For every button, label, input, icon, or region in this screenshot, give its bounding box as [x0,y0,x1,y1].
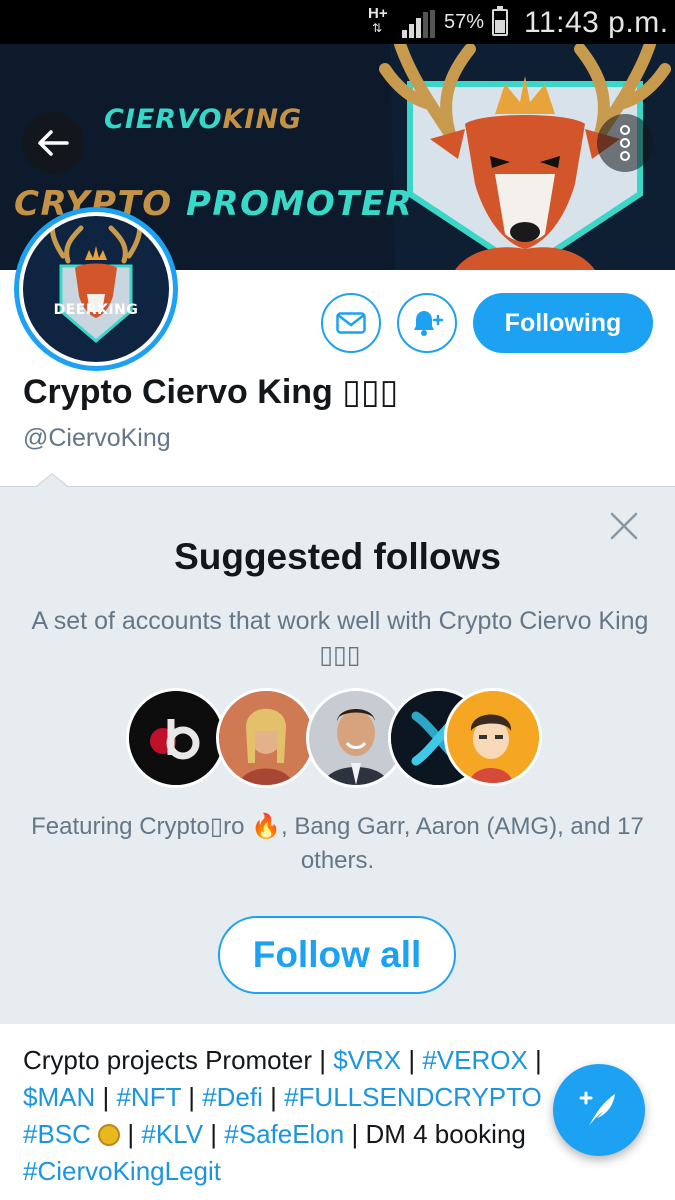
bio-cashtag[interactable]: $MAN [23,1082,95,1112]
message-button[interactable] [321,293,381,353]
suggested-avatars [126,688,546,788]
battery-percent: 57% [444,11,485,33]
suggested-avatar[interactable] [126,688,226,788]
panel-pointer [36,473,68,487]
battery-icon [492,6,508,36]
banner-title-part1: CIERVO [104,104,223,135]
compose-tweet-button[interactable] [553,1064,645,1156]
bio-hashtag[interactable]: #Defi [202,1082,263,1112]
envelope-icon [336,312,366,334]
username-handle: @CiervoKing [23,424,171,452]
banner-title: CIERVOKING [104,104,302,135]
cartoon-avatar-icon [447,691,539,783]
network-type: H+ [368,5,388,22]
back-button[interactable] [22,112,84,174]
person-photo-icon [219,691,313,785]
suggested-follows-title: Suggested follows [174,536,501,577]
bio-text: | [401,1045,423,1075]
compose-feather-icon [579,1091,615,1126]
coin-emoji-icon [98,1124,121,1146]
more-vertical-icon [620,125,630,161]
bio-hashtag[interactable]: #KLV [141,1119,203,1149]
following-button[interactable]: Following [473,293,653,353]
follow-all-button[interactable]: Follow all [218,916,456,994]
bio-hashtag[interactable]: #CiervoKingLegit [23,1156,221,1186]
avatar-image: DEERKING [23,216,169,362]
bio-text: | DM 4 booking [344,1119,526,1149]
more-options-button[interactable] [597,114,653,172]
bio-text: | [203,1119,225,1149]
bio-hashtag[interactable]: #SafeElon [224,1119,344,1149]
bio-text: | [180,1082,203,1112]
arrow-left-icon [38,130,69,156]
bio-hashtag[interactable]: #FULLSENDCRYPTO [284,1082,542,1112]
suggested-follows-description: A set of accounts that work well with Cr… [31,607,649,669]
bio-cashtag[interactable]: $VRX [333,1045,401,1075]
bio-text: | [527,1045,542,1075]
suggested-avatar[interactable] [216,688,316,788]
profile-avatar[interactable]: DEERKING [14,207,178,371]
network-arrows-icon: ⇅ [372,21,383,35]
bio-text: | [127,1119,142,1149]
avatar-border: DEERKING [19,212,173,366]
suggested-avatar[interactable] [444,688,542,786]
clock: 11:43 p.m. [524,6,669,39]
bio-text: Crypto projects Promoter | [23,1045,334,1075]
status-bar: H+ ⇅ 57% 11:43 p.m. [0,0,675,44]
battery-fill [495,19,505,33]
signal-icon [402,10,435,38]
avatar-logo-text: DEERKING [53,302,139,318]
bio-hashtag[interactable]: #NFT [116,1082,181,1112]
banner-subtitle-part2: PROMOTER [172,184,414,224]
bio-hashtag[interactable]: #BSC [23,1119,91,1149]
b-logo-icon [129,691,223,785]
bio-text: | [262,1082,285,1112]
banner-title-part2: KING [222,104,303,135]
display-name: Crypto Ciervo King ▯▯▯ [23,373,399,411]
bio-text: | [95,1082,117,1112]
bio-hashtag[interactable]: #VEROX [422,1045,528,1075]
featuring-text: Featuring Crypto▯ro 🔥, Bang Garr, Aaron … [31,813,644,874]
deer-logo-icon [49,218,143,343]
notifications-button[interactable] [397,293,457,353]
bell-plus-icon [414,311,444,336]
